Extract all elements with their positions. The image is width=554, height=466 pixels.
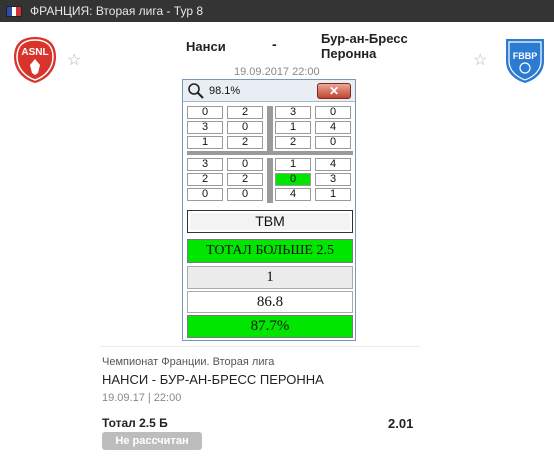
- matrix_top-cell: 1: [275, 121, 311, 134]
- matrix-vertical-separator: [267, 106, 273, 151]
- favorite-away-star-icon[interactable]: ☆: [473, 50, 487, 70]
- france-flag-icon: [6, 5, 22, 17]
- matrix_bottom-cell: 0: [275, 173, 311, 186]
- value-field-1: 1: [187, 266, 353, 289]
- bet-type: Тотал 2.5 Б: [102, 416, 168, 430]
- matrix_bottom-cell: 2: [187, 173, 223, 186]
- tvm-button[interactable]: ТВМ: [187, 210, 353, 233]
- matrix_bottom-cell: 2: [227, 173, 263, 186]
- matrix_top-cell: 2: [227, 136, 263, 149]
- matrix_top-cell: 1: [187, 136, 223, 149]
- top-bar: ФРАНЦИЯ: Вторая лига - Тур 8: [0, 0, 554, 22]
- matrix_bottom-cell: 3: [315, 173, 351, 186]
- matrix_bottom-cell: 1: [275, 158, 311, 171]
- value-field-2: 86.8: [187, 291, 353, 313]
- home-team-name: Нанси: [186, 39, 226, 54]
- matrix_bottom-cell: 3: [187, 158, 223, 171]
- probability-field: 87.7%: [187, 315, 353, 338]
- favorite-home-star-icon[interactable]: ☆: [67, 50, 81, 70]
- magnifier-icon: [188, 83, 204, 99]
- matrix_top-cell: 4: [315, 121, 351, 134]
- matrix_top-cell: 0: [315, 136, 351, 149]
- bet-odds: 2.01: [388, 416, 414, 431]
- bet-league: Чемпионат Франции. Вторая лига: [102, 356, 275, 368]
- matrix_top-cell: 0: [315, 106, 351, 119]
- score-matrix: 023030141220301422030041: [187, 106, 353, 206]
- divider: [100, 346, 420, 347]
- matrix_top-cell: 3: [187, 121, 223, 134]
- window-titlebar: 98.1% ✕: [183, 80, 355, 102]
- home-logo-text: ASNL: [21, 47, 48, 58]
- bet-date: 19.09.17 | 22:00: [102, 392, 182, 404]
- matrix_top-cell: 2: [227, 106, 263, 119]
- matrix_top-cell: 3: [275, 106, 311, 119]
- matrix-horizontal-separator: [187, 151, 353, 155]
- matrix_top-cell: 0: [227, 121, 263, 134]
- matrix_bottom-cell: 4: [275, 188, 311, 201]
- matrix_bottom-cell: 4: [315, 158, 351, 171]
- matrix_bottom-cell: 0: [227, 158, 263, 171]
- matrix_top-cell: 2: [275, 136, 311, 149]
- team-separator: -: [272, 36, 277, 52]
- bet-status-badge: Не рассчитан: [102, 432, 202, 450]
- away-logo-text: FBBP: [513, 51, 538, 61]
- close-button[interactable]: ✕: [317, 83, 351, 99]
- matrix-vertical-separator: [267, 158, 273, 203]
- away-team-logo[interactable]: FBBP: [500, 35, 550, 85]
- bet-match-title: НАНСИ - БУР-АН-БРЕСС ПЕРОННА: [102, 372, 324, 387]
- matrix_bottom-cell: 0: [227, 188, 263, 201]
- home-team-logo[interactable]: ASNL: [10, 35, 60, 85]
- away-team-name-line2: Перонна: [321, 46, 377, 61]
- matrix_bottom-cell: 0: [187, 188, 223, 201]
- zoom-level: 98.1%: [209, 85, 241, 97]
- matrix_top-cell: 0: [187, 106, 223, 119]
- away-team-name-line1: Бур-ан-Бресс: [321, 31, 408, 46]
- prediction-window: 98.1% ✕ 023030141220301422030041 ТВМ ТОТ…: [182, 79, 356, 341]
- match-datetime: 19.09.2017 22:00: [234, 66, 320, 78]
- matrix_bottom-cell: 1: [315, 188, 351, 201]
- league-round-title: ФРАНЦИЯ: Вторая лига - Тур 8: [30, 4, 204, 18]
- prediction-label: ТОТАЛ БОЛЬШЕ 2.5: [187, 239, 353, 263]
